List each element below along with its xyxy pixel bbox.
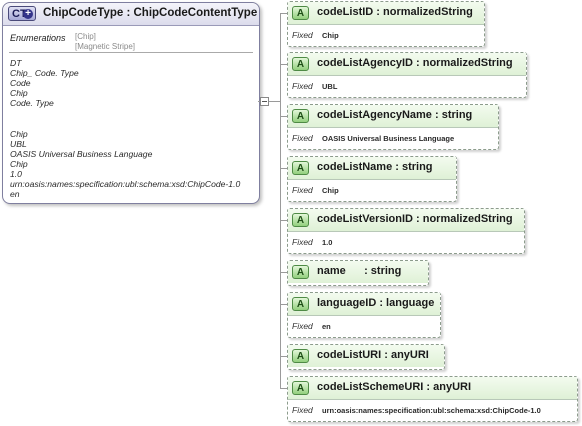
enumerations-label: Enumerations (10, 33, 66, 43)
fixed-value: Chip (322, 31, 339, 40)
annotation-text: DT Chip_ Code. Type Code Chip Code. Type Chip… (10, 58, 240, 199)
annotation-line: 1.0 (10, 169, 22, 180)
attribute-box[interactable]: AcodeListAgencyID : normalizedString Fixe… (287, 52, 527, 98)
connector-branch (280, 220, 287, 221)
fixed-row: Fixed urn:oasis:names:specification:ubl:s… (288, 400, 577, 420)
attribute-name: name : string (317, 265, 402, 277)
attribute-header: Aname : string (288, 261, 428, 283)
fixed-label: Fixed (292, 237, 313, 247)
fixed-label: Fixed (292, 185, 313, 195)
attribute-header: AcodeListAgencyID : normalizedString (288, 53, 526, 76)
attribute-icon: A (292, 213, 309, 227)
enumeration-value: [Magnetic Stripe] (75, 42, 136, 51)
attribute-box[interactable]: AcodeListVersionID : normalizedString Fix… (287, 208, 525, 254)
connector-trunk (280, 14, 281, 388)
connector-branch (280, 13, 287, 14)
annotation-line (10, 108, 240, 118)
annotation-line: Code (10, 78, 31, 89)
annotation-line (10, 119, 240, 129)
annotation-line: Chip (10, 158, 28, 169)
connector-branch (280, 116, 287, 117)
attribute-name: codeListAgencyID : normalizedString (317, 57, 513, 69)
fixed-row: Fixed OASIS Universal Business Language (288, 128, 498, 148)
attribute-name: codeListURI : anyURI (317, 349, 429, 361)
attribute-name: languageID : language (317, 297, 435, 309)
attribute-name: codeListVersionID : normalizedString (317, 213, 513, 225)
annotation-line: Code. Type (10, 98, 54, 109)
enumeration-values: [Chip] [Magnetic Stripe] (75, 32, 135, 52)
connector-branch (280, 272, 287, 273)
fixed-value: urn:oasis:names:specification:ubl:schema… (322, 406, 541, 415)
fixed-value: en (322, 322, 331, 331)
annotation-line: Chip_ Code. Type (10, 68, 79, 79)
attribute-header: AcodeListVersionID : normalizedString (288, 209, 524, 232)
fixed-label: Fixed (292, 405, 313, 415)
divider (9, 52, 253, 53)
annotation-line: OASIS Universal Business Language (10, 148, 153, 159)
complex-type-badge: CT + (8, 6, 36, 21)
attribute-box[interactable]: AcodeListSchemeURI : anyURI Fixed urn:oasi… (287, 376, 578, 422)
attribute-box[interactable]: Aname : string (287, 260, 429, 286)
attribute-icon: A (292, 381, 309, 395)
attribute-header: AcodeListAgencyName : string (288, 105, 498, 128)
attribute-icon: A (292, 6, 309, 20)
complex-type-header: CT + ChipCodeType : ChipCodeContentType (3, 3, 259, 26)
sequence-connector[interactable] (260, 97, 269, 106)
annotation-line: Chip (10, 128, 28, 139)
annotation-line: en (10, 189, 20, 200)
attribute-icon: A (292, 349, 309, 363)
annotation-line: Chip (10, 88, 28, 99)
complex-type-box[interactable]: CT + ChipCodeType : ChipCodeContentType … (2, 2, 260, 204)
plus-icon[interactable]: + (23, 9, 33, 19)
fixed-row: Fixed UBL (288, 76, 526, 96)
attribute-box[interactable]: AcodeListName : string Fixed Chip (287, 156, 457, 202)
attribute-header: AcodeListURI : anyURI (288, 345, 444, 367)
attribute-name: codeListID : normalizedString (317, 6, 473, 18)
connector-branch (280, 168, 287, 169)
complex-type-title: ChipCodeType : ChipCodeContentType (43, 7, 258, 19)
annotation-line: UBL (10, 138, 27, 149)
connector-branch (280, 304, 287, 305)
connector (269, 101, 280, 102)
fixed-label: Fixed (292, 133, 313, 143)
attribute-icon: A (292, 57, 309, 71)
attribute-header: AcodeListSchemeURI : anyURI (288, 377, 577, 400)
fixed-label: Fixed (292, 321, 313, 331)
attribute-icon: A (292, 297, 309, 311)
fixed-label: Fixed (292, 81, 313, 91)
attribute-header: AlanguageID : language (288, 293, 440, 316)
connector-branch (280, 388, 287, 389)
attribute-box[interactable]: AcodeListID : normalizedString Fixed Chip (287, 1, 485, 47)
attribute-name: codeListName : string (317, 161, 433, 173)
attribute-box[interactable]: AcodeListAgencyName : string Fixed OASIS U… (287, 104, 499, 150)
fixed-value: UBL (322, 82, 338, 91)
fixed-row: Fixed 1.0 (288, 232, 524, 252)
fixed-value: Chip (322, 186, 339, 195)
annotation-line: urn:oasis:names:specification:ubl:schema… (10, 179, 241, 190)
connector-branch (280, 64, 287, 65)
annotation-line: DT (10, 58, 22, 68)
attribute-icon: A (292, 161, 309, 175)
fixed-row: Fixed Chip (288, 180, 456, 200)
fixed-label: Fixed (292, 30, 313, 40)
fixed-value: OASIS Universal Business Language (322, 134, 455, 143)
attribute-box[interactable]: AlanguageID : language Fixed en (287, 292, 441, 338)
attribute-header: AcodeListID : normalizedString (288, 2, 484, 25)
fixed-row: Fixed Chip (288, 25, 484, 45)
fixed-row: Fixed en (288, 316, 440, 336)
attribute-icon: A (292, 109, 309, 123)
attribute-box[interactable]: AcodeListURI : anyURI (287, 344, 445, 370)
attribute-header: AcodeListName : string (288, 157, 456, 180)
attribute-name: codeListAgencyName : string (317, 109, 473, 121)
connector-branch (280, 356, 287, 357)
attribute-name: codeListSchemeURI : anyURI (317, 381, 472, 393)
attribute-icon: A (292, 265, 309, 279)
fixed-value: 1.0 (322, 238, 333, 247)
enumeration-value: [Chip] (75, 32, 96, 41)
